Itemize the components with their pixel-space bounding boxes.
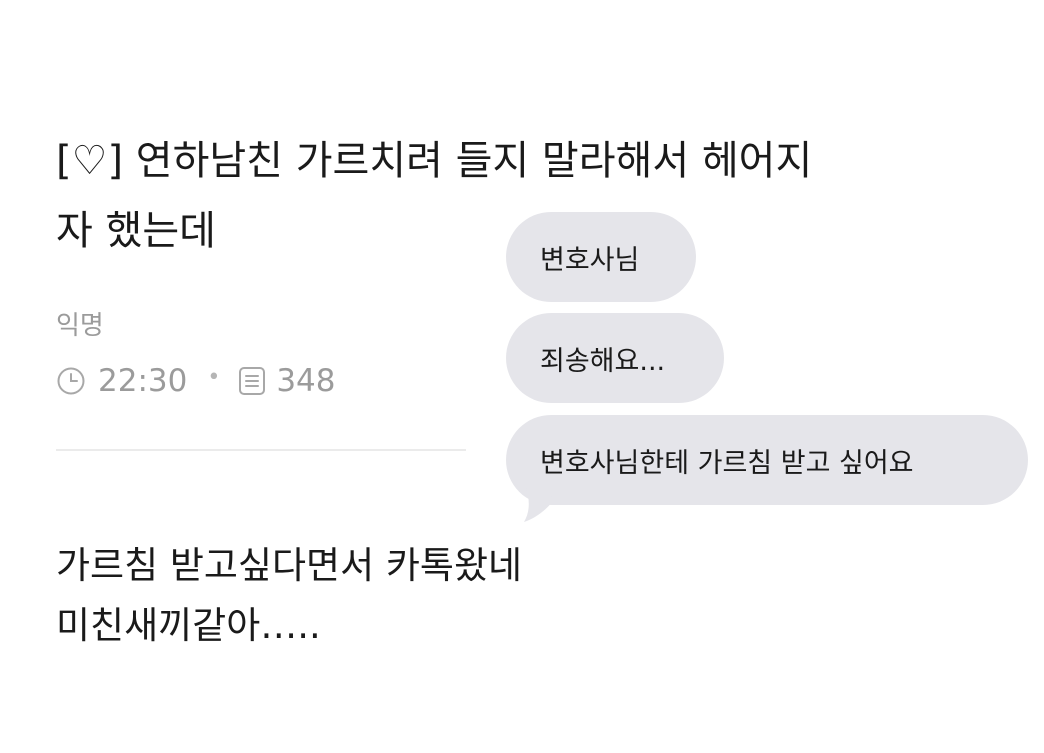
post-body-line-1: 가르침 받고싶다면서 카톡왔네: [56, 544, 523, 587]
view-count: 348: [276, 363, 336, 399]
author-name: 익명: [56, 311, 104, 341]
chat-bubble-1: 변호사님: [506, 212, 696, 302]
document-icon: [238, 366, 266, 396]
post-time: 22:30: [98, 363, 188, 399]
clock-icon: [56, 366, 86, 396]
chat-bubble-2: 죄송해요...: [506, 313, 724, 403]
divider: [56, 449, 466, 451]
chat-bubble-3: 변호사님한테 가르침 받고 싶어요: [506, 415, 1028, 505]
bubble-tail: [524, 488, 554, 522]
post-body: 가르침 받고싶다면서 카톡왔네 미친새끼같아…..: [56, 536, 522, 656]
meta-separator: •: [207, 364, 221, 390]
post-body-line-2: 미친새끼같아…..: [56, 604, 321, 647]
post-meta: 22:30 • 348: [56, 360, 336, 402]
post-title-line-1: [♡] 연하남친 가르치려 들지 말라해서 헤어지: [56, 138, 813, 184]
